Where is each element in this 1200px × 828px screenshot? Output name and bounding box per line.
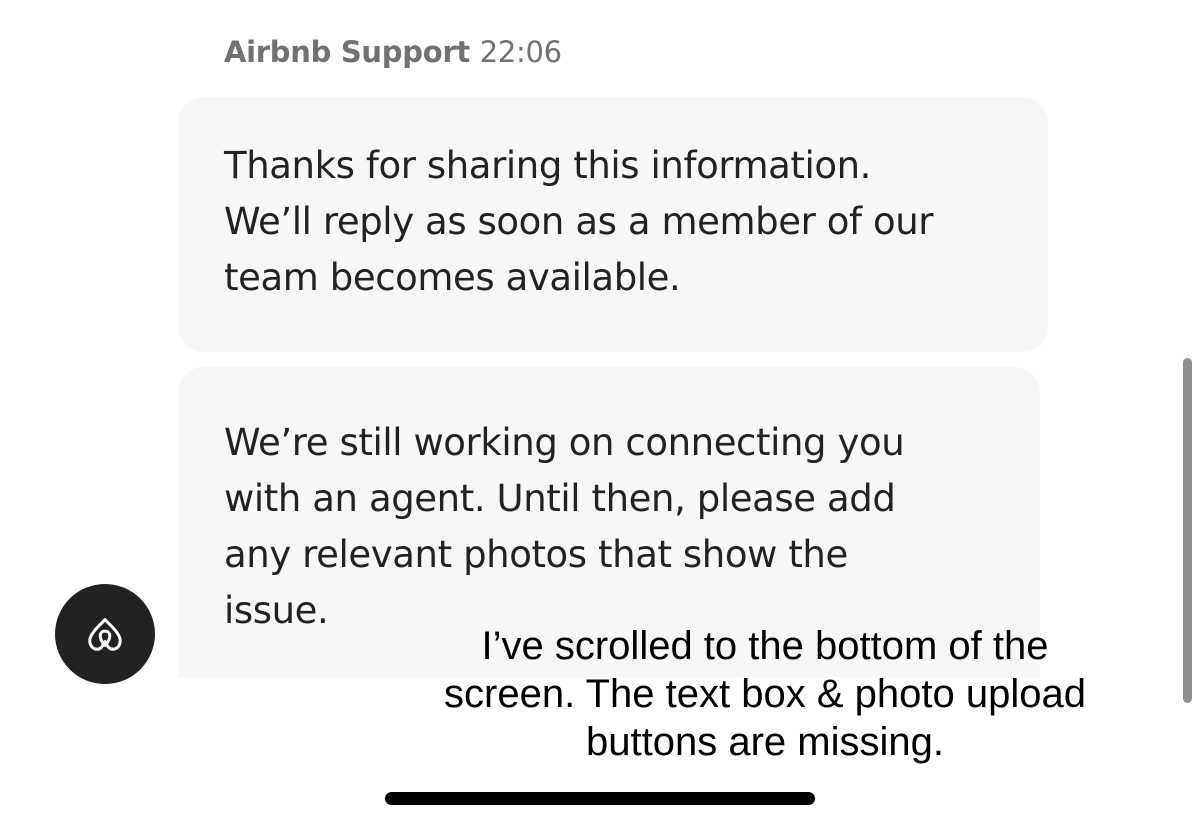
airbnb-avatar[interactable]: [55, 584, 155, 684]
annotation-caption: I’ve scrolled to the bottom of the scree…: [444, 624, 1086, 764]
message-sender-header: Airbnb Support 22:06: [224, 32, 562, 72]
message-text: Thanks for sharing this information. We’…: [224, 144, 934, 299]
scrollbar[interactable]: [1183, 358, 1192, 703]
message-text: We’re still working on connecting you wi…: [224, 421, 905, 632]
message-timestamp: 22:06: [479, 35, 562, 69]
airbnb-logo-icon: [88, 618, 122, 651]
sender-name: Airbnb Support: [224, 35, 470, 69]
home-indicator[interactable]: [385, 792, 815, 805]
message-bubble: Thanks for sharing this information. We’…: [178, 97, 1048, 352]
